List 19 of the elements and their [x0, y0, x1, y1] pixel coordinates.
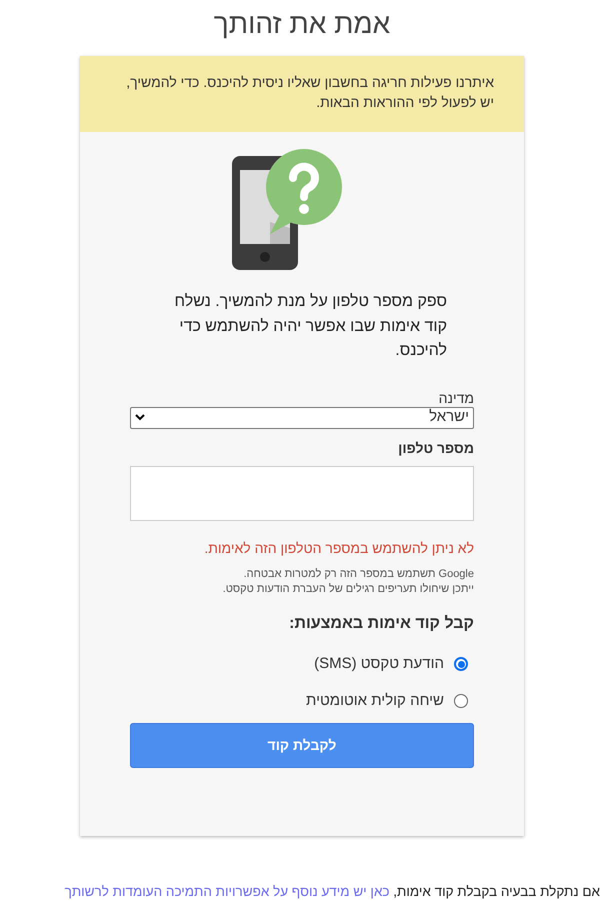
radio-label: שיחה קולית אוטומטית: [306, 690, 444, 711]
help-text: אם נתקלת בבעיה בקבלת קוד אימות, כאן יש מידע נוסף על אפשרויות התמיכה העומדות לרשותך: [64, 883, 600, 901]
get-code-button[interactable]: לקבלת קוד: [130, 722, 474, 768]
note-text: Google תשתמש במספר הזה רק למטרות אבטחה.: [242, 566, 474, 582]
page-title: אמת את זהותך: [212, 7, 392, 41]
warning-banner: איתרנו פעילות חריגה בחשבון שאליו ניסית להיכנס. כדי להמשיך, יש לפעול לפי ההוראות הבאות.: [80, 56, 524, 132]
country-select[interactable]: ישראל: [130, 406, 474, 428]
help-link[interactable]: כאן יש מידע נוסף על אפשרויות התמיכה העומדות לרשותך: [64, 884, 390, 899]
error-text: לא ניתן להשתמש במספר הטלפון הזה לאימות.: [203, 538, 474, 556]
radio-button[interactable]: [454, 694, 468, 708]
radio-button[interactable]: [454, 657, 468, 671]
instructions-text: ספק מספר טלפון על מנת להמשיך. נשלח קוד אימות שבו אפשר יהיה להשתמש כדי להיכנס.: [174, 292, 447, 361]
method-label: קבל קוד אימות באמצעות:: [288, 614, 474, 634]
note-text: ייתכן שיחולו תעריפים רגילים של העברת הודעות טקסט.: [222, 582, 474, 596]
country-label: מדינה: [438, 390, 474, 406]
phone-input[interactable]: [130, 466, 474, 520]
chevron-down-icon: [135, 414, 145, 421]
radio-label: הודעת טקסט (SMS): [314, 654, 444, 674]
phone-label: מספר טלפון: [397, 438, 474, 456]
